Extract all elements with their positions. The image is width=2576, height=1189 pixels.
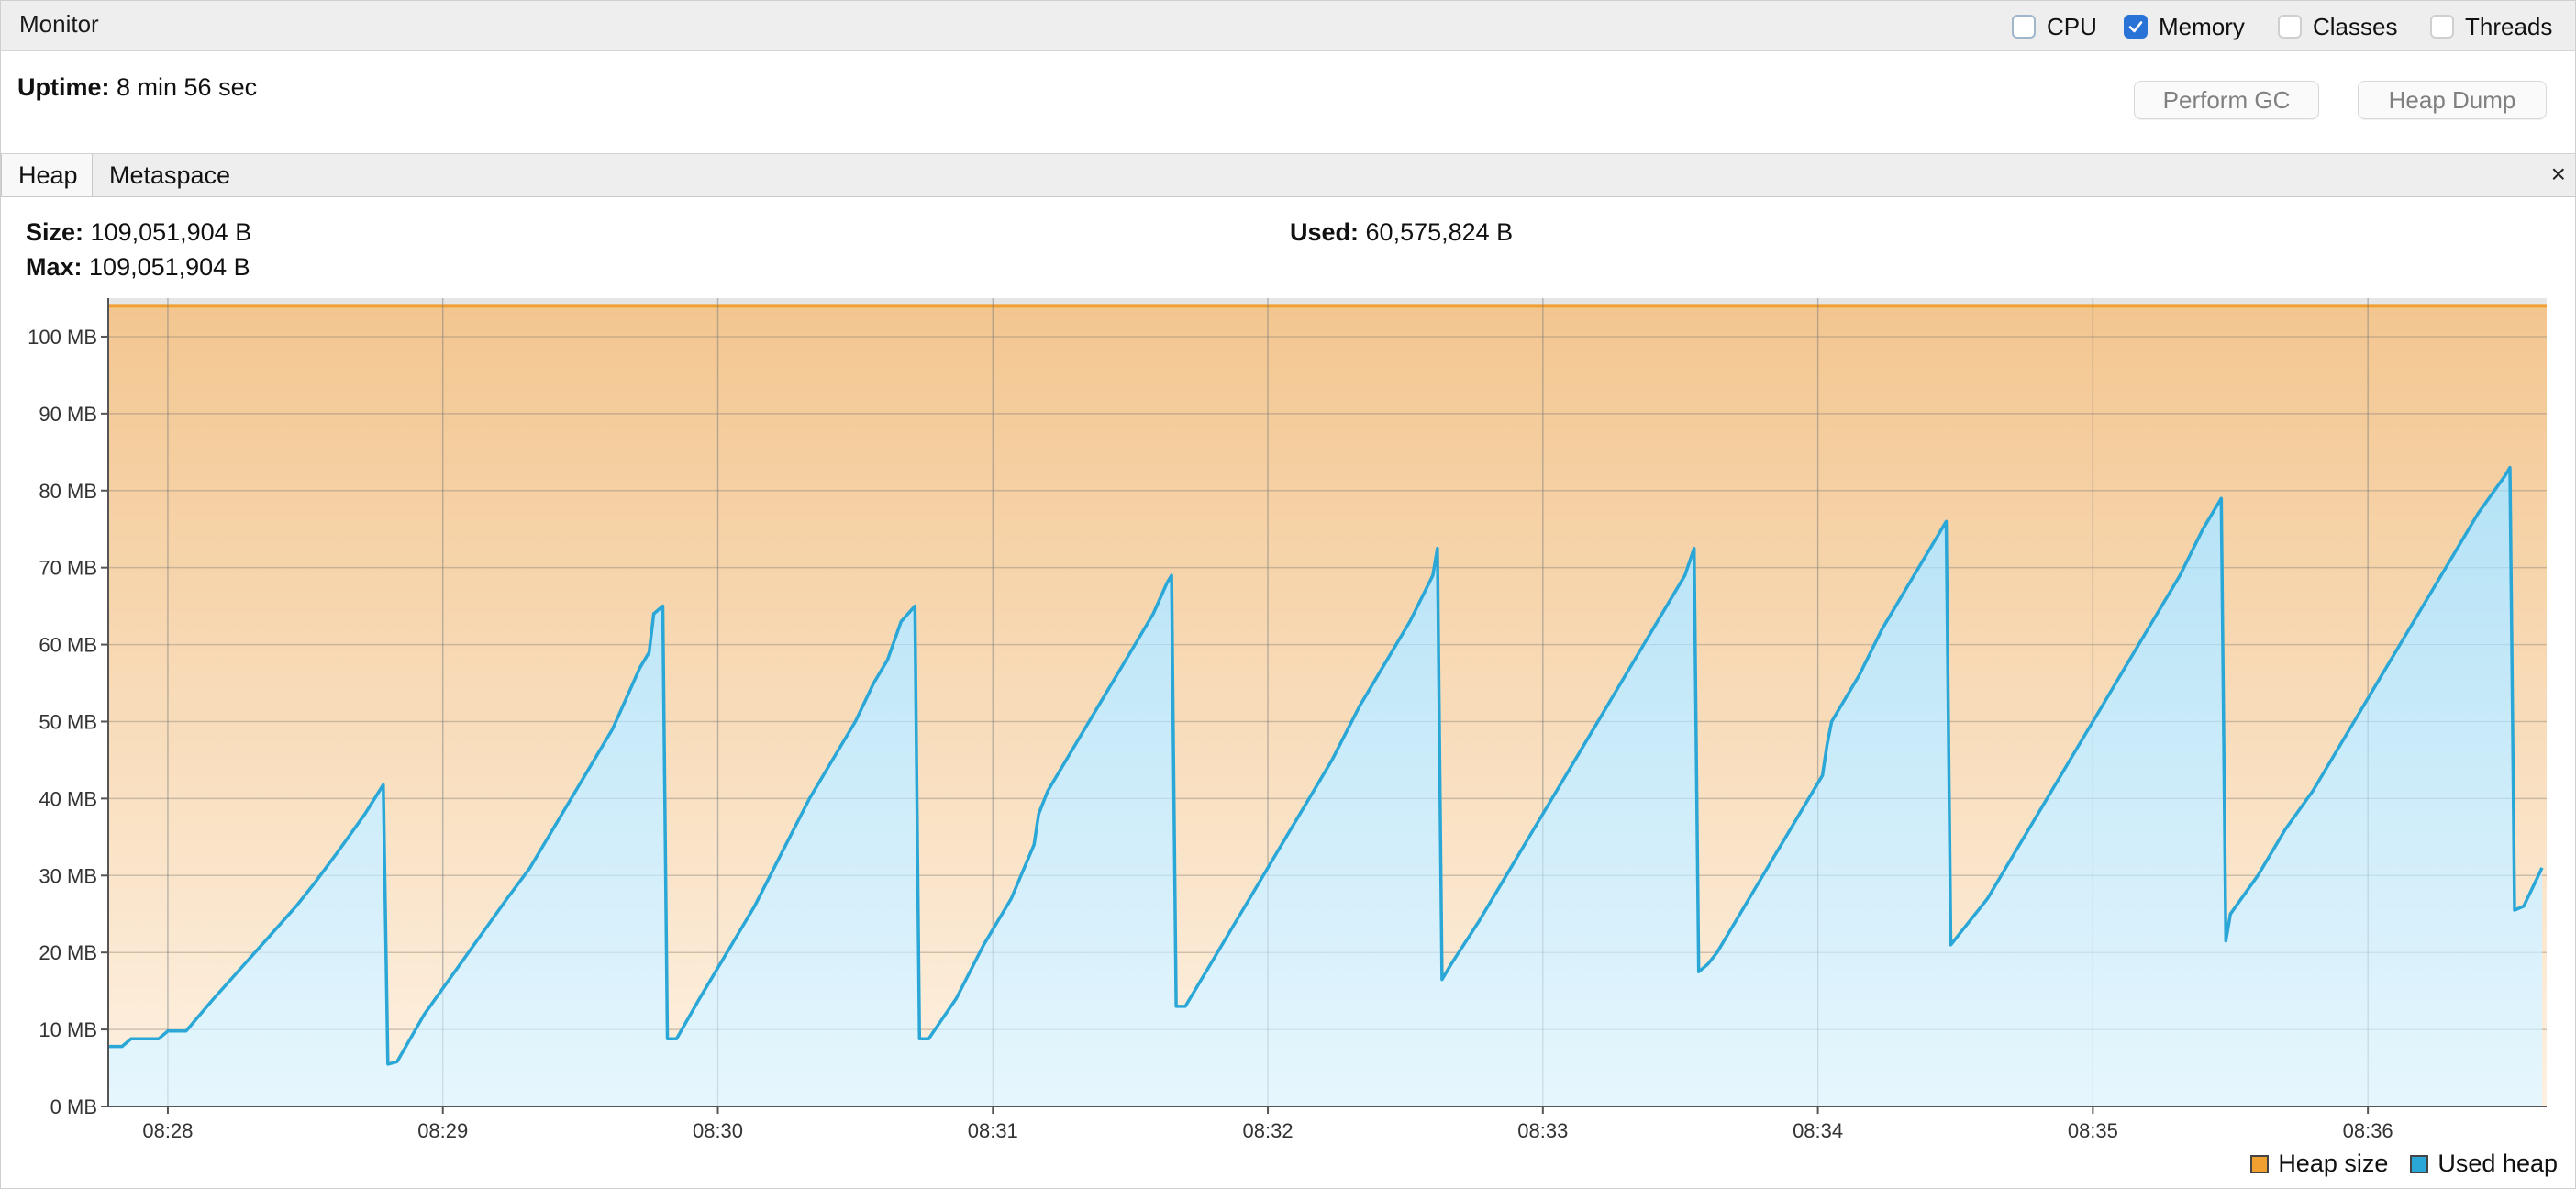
y-tick-label: 10 MB [39,1018,97,1041]
window-title: Monitor [19,10,99,38]
perform-gc-button[interactable]: Perform GC [2134,81,2319,119]
classes-checkbox-label: Classes [2313,12,2398,40]
tab-heap[interactable]: Heap [1,154,93,196]
classes-checkbox[interactable]: Classes [2278,12,2397,41]
title-bar: Monitor CPU Memory Classes Threads [1,1,2575,51]
uptime-value: 8 min 56 sec [117,73,258,101]
x-tick-label: 08:32 [1243,1119,1294,1142]
x-tick-label: 08:30 [693,1119,743,1142]
y-tick-label: 0 MB [50,1095,97,1118]
checkbox-unchecked-icon [2012,15,2036,39]
x-tick-label: 08:36 [2343,1119,2393,1142]
max-readout: Max: 109,051,904 B [26,253,250,282]
x-tick-label: 08:28 [142,1119,193,1142]
legend-item-used-heap: Used heap [2410,1150,2558,1178]
threads-checkbox-label: Threads [2465,12,2553,40]
y-tick-label: 100 MB [28,326,97,349]
x-tick-label: 08:33 [1517,1119,1568,1142]
used-label: Used: [1290,218,1360,246]
y-tick-label: 70 MB [39,557,97,580]
max-label: Max: [26,253,83,281]
tab-metaspace[interactable]: Metaspace [93,154,247,196]
heap-dump-button[interactable]: Heap Dump [2358,81,2547,119]
y-tick-label: 60 MB [39,634,97,657]
memory-checkbox-label: Memory [2159,12,2245,40]
cpu-checkbox[interactable]: CPU [2012,12,2097,41]
legend-swatch-used-heap [2410,1154,2429,1173]
heap-chart: 0 MB 10 MB 20 MB 30 MB 40 MB 50 MB 60 MB 70 MB 8… [28,298,2547,1142]
y-tick-label: 30 MB [39,864,97,887]
uptime-label: Uptime: [17,73,110,101]
size-value: 109,051,904 B [90,218,252,246]
y-tick-label: 50 MB [39,710,97,733]
legend-label-heap-size: Heap size [2278,1150,2389,1177]
x-tick-label: 08:31 [968,1119,1018,1142]
y-tick-label: 80 MB [39,480,97,503]
used-value: 60,575,824 B [1365,218,1514,246]
chart-legend: Heap size Used heap [2228,1150,2558,1178]
legend-label-used-heap: Used heap [2437,1150,2558,1177]
y-tick-label: 90 MB [39,403,97,426]
checkmark-icon [2124,15,2148,39]
uptime-readout: Uptime: 8 min 56 sec [17,73,257,102]
threads-checkbox[interactable]: Threads [2430,12,2552,41]
size-readout: Size: 109,051,904 B [26,218,251,247]
legend-item-heap-size: Heap size [2250,1150,2388,1178]
legend-swatch-heap-size [2250,1154,2270,1173]
size-label: Size: [26,218,84,246]
x-tick-label: 08:35 [2068,1119,2118,1142]
y-tick-label: 20 MB [39,941,97,964]
checkbox-unchecked-icon [2278,15,2302,39]
used-readout: Used: 60,575,824 B [1290,218,1513,247]
y-tick-label: 40 MB [39,787,97,810]
memory-checkbox[interactable]: Memory [2124,12,2245,41]
max-value: 109,051,904 B [89,253,250,281]
checkbox-unchecked-icon [2430,15,2454,39]
memory-tab-strip: Heap Metaspace × [1,153,2575,197]
x-tick-label: 08:29 [417,1119,468,1142]
cpu-checkbox-label: CPU [2047,12,2097,40]
close-icon[interactable]: × [2551,160,2566,189]
x-tick-label: 08:34 [1793,1119,1843,1142]
